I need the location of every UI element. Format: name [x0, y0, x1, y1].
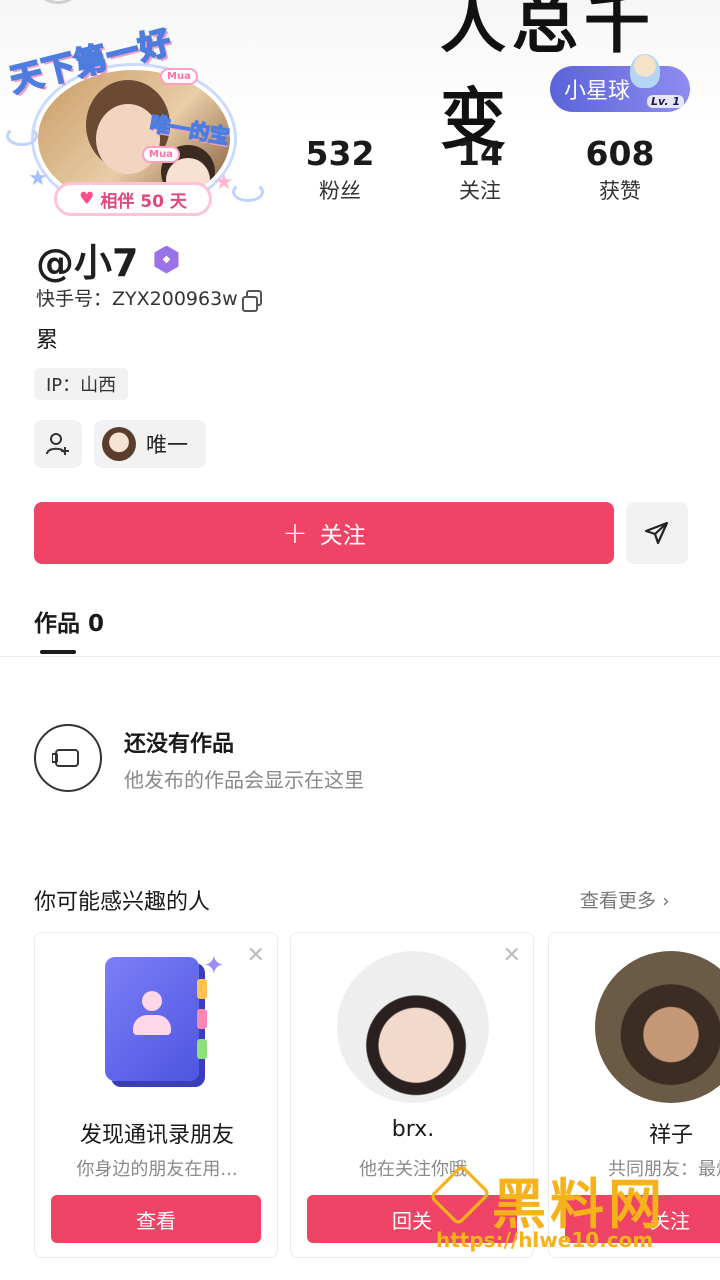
- vip-badge-icon[interactable]: ◆: [154, 245, 179, 274]
- suggestion-avatar[interactable]: [337, 951, 489, 1103]
- companion-label: 相伴 50 天: [100, 191, 187, 212]
- planet-level: Lv. 1: [647, 95, 684, 108]
- stat-following[interactable]: 14 关注: [410, 134, 550, 205]
- stat-value: 608: [585, 134, 655, 173]
- stat-label: 获赞: [599, 179, 641, 203]
- stat-label: 关注: [459, 179, 501, 203]
- card-name: 祥子: [648, 1123, 693, 1148]
- profile-bio: 累: [36, 328, 59, 353]
- close-icon[interactable]: ✕: [247, 943, 265, 968]
- star-icon: ★: [214, 170, 234, 195]
- profile-nickname: @小7: [36, 241, 139, 285]
- message-button[interactable]: [626, 502, 688, 564]
- stat-fans[interactable]: 532 粉丝: [270, 134, 410, 205]
- avatar-face-icon: [96, 104, 160, 174]
- avatar-frame[interactable]: ★ ★ 天下第一好 唯一的宝 Mua Mua ♥ 相伴 50 天: [2, 22, 264, 218]
- star-icon: ★: [28, 166, 48, 191]
- companion-badge[interactable]: ♥ 相伴 50 天: [54, 182, 212, 216]
- ip-tag: IP：山西: [34, 368, 129, 400]
- heart-icon: ♥: [79, 189, 95, 209]
- tab-works-count: 0: [88, 611, 105, 637]
- plus-icon: +: [282, 515, 308, 551]
- tab-works-label: 作品: [34, 611, 80, 637]
- card-desc: 你身边的朋友在用...: [76, 1159, 238, 1180]
- suggestions-title: 你可能感兴趣的人: [34, 890, 211, 915]
- camera-icon: [34, 724, 102, 792]
- wing-icon: [232, 182, 264, 202]
- card-name: brx.: [391, 1117, 435, 1142]
- empty-title: 还没有作品: [124, 732, 235, 757]
- mua-sticker: Mua: [160, 68, 198, 85]
- follow-button[interactable]: + 关注: [34, 502, 614, 564]
- wing-icon: [6, 126, 38, 146]
- planet-figure-icon: [630, 54, 660, 88]
- mua-sticker: Mua: [142, 146, 180, 163]
- kuaishou-id-row: 快手号：ZYX200963w: [36, 284, 262, 312]
- copy-icon[interactable]: [241, 289, 262, 312]
- add-person-icon: [46, 433, 69, 455]
- tab-indicator: [40, 650, 76, 654]
- watermark: 黑料网 https://hlwe10.com: [428, 1160, 700, 1260]
- kuaishou-id: 快手号：ZYX200963w: [36, 288, 238, 310]
- watermark-logo-icon: [428, 1163, 492, 1227]
- relation-label: 唯一: [146, 433, 188, 457]
- suggestion-card[interactable]: ✕ ✦ 发现通讯录朋友 你身边的朋友在用... 查看: [34, 932, 278, 1258]
- chevron-right-icon: ›: [662, 890, 670, 912]
- card-name: 发现通讯录朋友: [79, 1123, 234, 1148]
- close-icon[interactable]: ✕: [503, 943, 521, 968]
- planet-badge[interactable]: 小星球 Lv. 1: [550, 54, 690, 112]
- sparkle-icon: ✦: [203, 951, 225, 981]
- relation-chip[interactable]: 唯一: [94, 420, 206, 468]
- profile-nickname-row: @小7 ◆: [36, 232, 180, 287]
- card-action-button[interactable]: 查看: [51, 1195, 261, 1243]
- watermark-url: https://hlwe10.com: [436, 1228, 654, 1252]
- planet-badge-label: 小星球: [564, 79, 631, 104]
- stat-likes[interactable]: 608 获赞: [550, 134, 690, 205]
- follow-label: 关注: [319, 523, 366, 549]
- stats-row: 532 粉丝 14 关注 608 获赞: [270, 134, 690, 205]
- see-more-label: 查看更多: [580, 890, 657, 912]
- stat-label: 粉丝: [319, 179, 361, 203]
- divider: [0, 656, 720, 657]
- add-friend-button[interactable]: [34, 420, 82, 468]
- send-icon: [644, 521, 669, 545]
- empty-subtitle: 他发布的作品会显示在这里: [124, 768, 364, 792]
- stat-value: 532: [305, 134, 375, 173]
- suggestion-avatar[interactable]: [595, 951, 720, 1103]
- relation-avatar: [102, 427, 136, 461]
- stat-value: 14: [457, 134, 503, 173]
- see-more-link[interactable]: 查看更多 ›: [580, 886, 670, 913]
- contacts-book-icon: [105, 957, 207, 1081]
- tab-works[interactable]: 作品 0: [34, 604, 104, 638]
